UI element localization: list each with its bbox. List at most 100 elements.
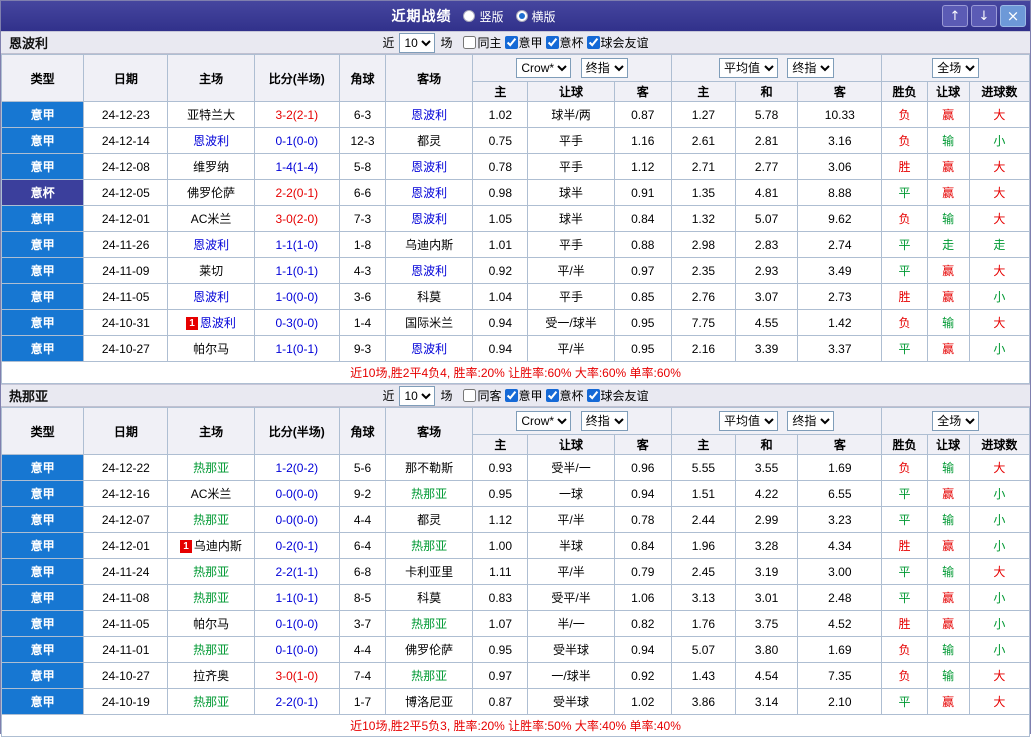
corners-cell: 7-3 [338,205,387,232]
odds-handicap-cell: 平/半 [527,506,615,533]
away-team-cell[interactable]: 恩波利 [385,153,474,180]
friendly-filter[interactable]: 球会友谊 [586,387,649,404]
home-team-cell[interactable]: 帕尔马 [167,610,255,637]
friendly-checkbox[interactable] [586,389,600,402]
serie-a-checkbox[interactable] [504,389,518,402]
away-team-cell[interactable]: 科莫 [385,283,474,310]
home-team-cell[interactable]: 拉齐奥 [167,662,255,689]
away-team-cell[interactable]: 国际米兰 [385,309,474,336]
average-stage-select[interactable]: 终指 [787,411,835,431]
corners-cell: 9-3 [338,335,387,362]
friendly-checkbox[interactable] [586,36,600,49]
company-select[interactable]: Crow* [516,411,572,431]
away-team-cell[interactable]: 恩波利 [385,205,474,232]
away-team-cell[interactable]: 恩波利 [385,257,474,284]
coppa-filter[interactable]: 意杯 [545,34,584,51]
odds-handicap-cell: 半球 [527,532,615,559]
away-team-cell[interactable]: 恩波利 [385,179,474,206]
home-team-cell[interactable]: 恩波利 [167,127,255,154]
arrow-up-icon: ↑ [949,8,961,24]
home-team-cell[interactable]: 亚特兰大 [167,101,255,128]
match-row: 意甲 24-12-01 1 乌迪内斯 0-2(0-1) 6-4 热那亚 1.00 半球 0.84 1… [0,532,1031,559]
serie-a-filter[interactable]: 意甲 [504,34,543,51]
home-team-cell[interactable]: 1 恩波利 [167,309,255,336]
col-corners-header: 角球 [338,54,387,102]
away-team-cell[interactable]: 热那亚 [385,532,474,559]
date-cell: 24-12-05 [83,179,169,206]
home-team-cell[interactable]: 恩波利 [167,231,255,258]
goals-header: 进球数 [968,434,1031,455]
odds-home-cell: 1.00 [472,532,529,559]
away-team-cell[interactable]: 热那亚 [385,662,474,689]
home-team-cell[interactable]: 热那亚 [167,688,255,715]
away-team-cell[interactable]: 科莫 [385,584,474,611]
average-stage-select[interactable]: 终指 [787,58,835,78]
coppa-checkbox[interactable] [545,389,559,402]
coppa-checkbox[interactable] [545,36,559,49]
scope-select[interactable]: 全场 [932,58,980,78]
home-team-cell[interactable]: 维罗纳 [167,153,255,180]
corners-cell: 5-8 [338,153,387,180]
odds-away-cell: 0.92 [613,662,672,689]
odds-home-cell: 1.01 [472,231,529,258]
league-cell: 意甲 [0,231,85,258]
average-select[interactable]: 平均值 [718,58,778,78]
coppa-filter[interactable]: 意杯 [545,387,584,404]
same-side-filter[interactable]: 同主 [463,34,502,51]
serie-a-filter[interactable]: 意甲 [504,387,543,404]
rounds-select[interactable]: 10 [399,385,436,406]
away-team-cell[interactable]: 都灵 [385,127,474,154]
corners-cell: 4-4 [338,636,387,663]
goals-cell: 大 [968,179,1031,206]
home-team-cell[interactable]: 热那亚 [167,636,255,663]
rounds-select[interactable]: 10 [399,32,436,53]
close-button[interactable]: × [1000,5,1026,27]
away-team-cell[interactable]: 恩波利 [385,335,474,362]
home-team-cell[interactable]: 热那亚 [167,558,255,585]
away-team-cell[interactable]: 那不勒斯 [385,454,474,481]
match-row: 意甲 24-11-09 莱切 1-1(0-1) 4-3 恩波利 0.92 平/半 0.97 2.3… [0,257,1031,284]
away-team-cell[interactable]: 乌迪内斯 [385,231,474,258]
avg-odds-header: 平均值 终指 [670,407,883,435]
same-side-checkbox[interactable] [463,389,477,402]
home-team-cell[interactable]: AC米兰 [167,205,255,232]
friendly-filter[interactable]: 球会友谊 [586,34,649,51]
away-team-cell[interactable]: 佛罗伦萨 [385,636,474,663]
away-team-cell[interactable]: 博洛尼亚 [385,688,474,715]
company-stage-select[interactable]: 终指 [580,411,628,431]
home-team-cell[interactable]: 热那亚 [167,584,255,611]
avg-draw-cell: 2.99 [735,506,799,533]
home-team-cell[interactable]: 热那亚 [167,506,255,533]
corners-cell: 3-6 [338,283,387,310]
home-team-cell[interactable]: AC米兰 [167,480,255,507]
match-row: 意甲 24-11-05 帕尔马 0-1(0-0) 3-7 热那亚 1.07 半/一 0.82 1.… [0,610,1031,637]
away-team-cell[interactable]: 恩波利 [385,101,474,128]
move-down-button[interactable]: ↓ [971,5,997,27]
layout-vertical-radio[interactable]: 竖版 [463,8,504,25]
average-select[interactable]: 平均值 [718,411,778,431]
away-team-cell[interactable]: 都灵 [385,506,474,533]
company-select[interactable]: Crow* [516,58,572,78]
odds-away-cell: 0.97 [613,257,672,284]
away-team-cell[interactable]: 热那亚 [385,480,474,507]
home-team-cell[interactable]: 热那亚 [167,454,255,481]
scope-select[interactable]: 全场 [932,411,980,431]
home-team-cell[interactable]: 莱切 [167,257,255,284]
home-team-cell[interactable]: 佛罗伦萨 [167,179,255,206]
same-side-checkbox[interactable] [463,36,477,49]
odds-home-cell: 0.95 [472,480,529,507]
home-team-cell[interactable]: 帕尔马 [167,335,255,362]
away-team-cell[interactable]: 热那亚 [385,610,474,637]
result-cell: 负 [881,636,928,663]
company-stage-select[interactable]: 终指 [580,58,628,78]
avg-home-cell: 3.86 [670,688,737,715]
move-up-button[interactable]: ↑ [942,5,968,27]
serie-a-checkbox[interactable] [504,36,518,49]
away-team-cell[interactable]: 卡利亚里 [385,558,474,585]
home-team-cell[interactable]: 恩波利 [167,283,255,310]
goals-cell: 大 [968,662,1031,689]
same-side-filter[interactable]: 同客 [463,387,502,404]
home-team-cell[interactable]: 1 乌迪内斯 [167,532,255,559]
date-cell: 24-11-09 [83,257,169,284]
layout-horizontal-radio[interactable]: 横版 [515,8,556,25]
